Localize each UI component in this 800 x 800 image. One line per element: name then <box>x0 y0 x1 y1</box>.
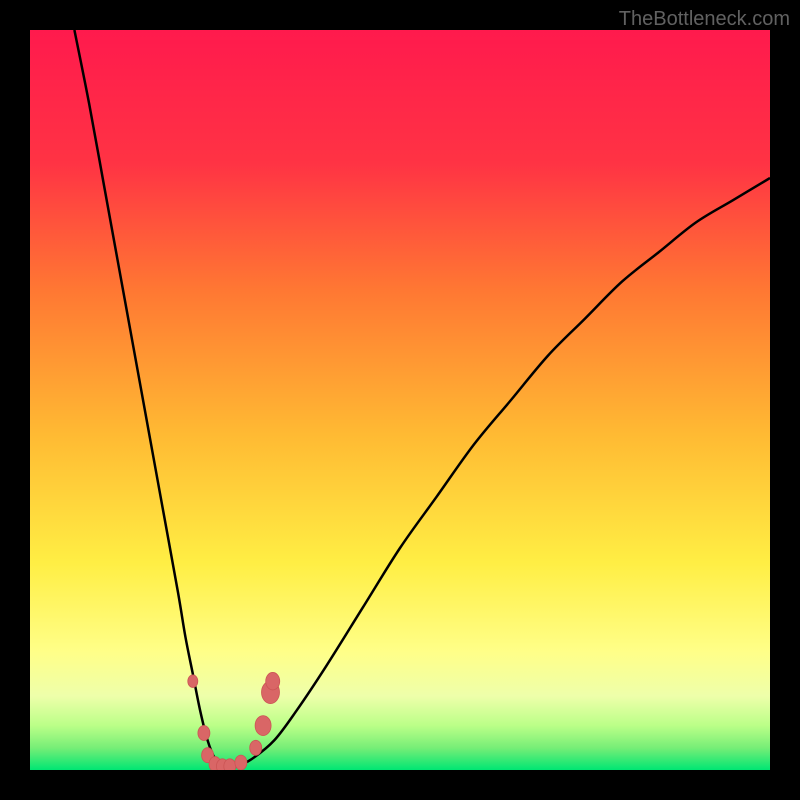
gradient-background <box>30 30 770 770</box>
curve-marker <box>198 726 210 741</box>
curve-marker <box>255 716 271 736</box>
plot-area <box>30 30 770 770</box>
curve-marker <box>250 740 262 755</box>
curve-marker <box>224 759 236 770</box>
curve-marker <box>235 755 247 770</box>
watermark-text: TheBottleneck.com <box>619 8 790 31</box>
chart-container: TheBottleneck.com <box>0 0 800 800</box>
chart-svg <box>30 30 770 770</box>
curve-marker <box>266 672 280 690</box>
curve-marker <box>188 675 198 688</box>
